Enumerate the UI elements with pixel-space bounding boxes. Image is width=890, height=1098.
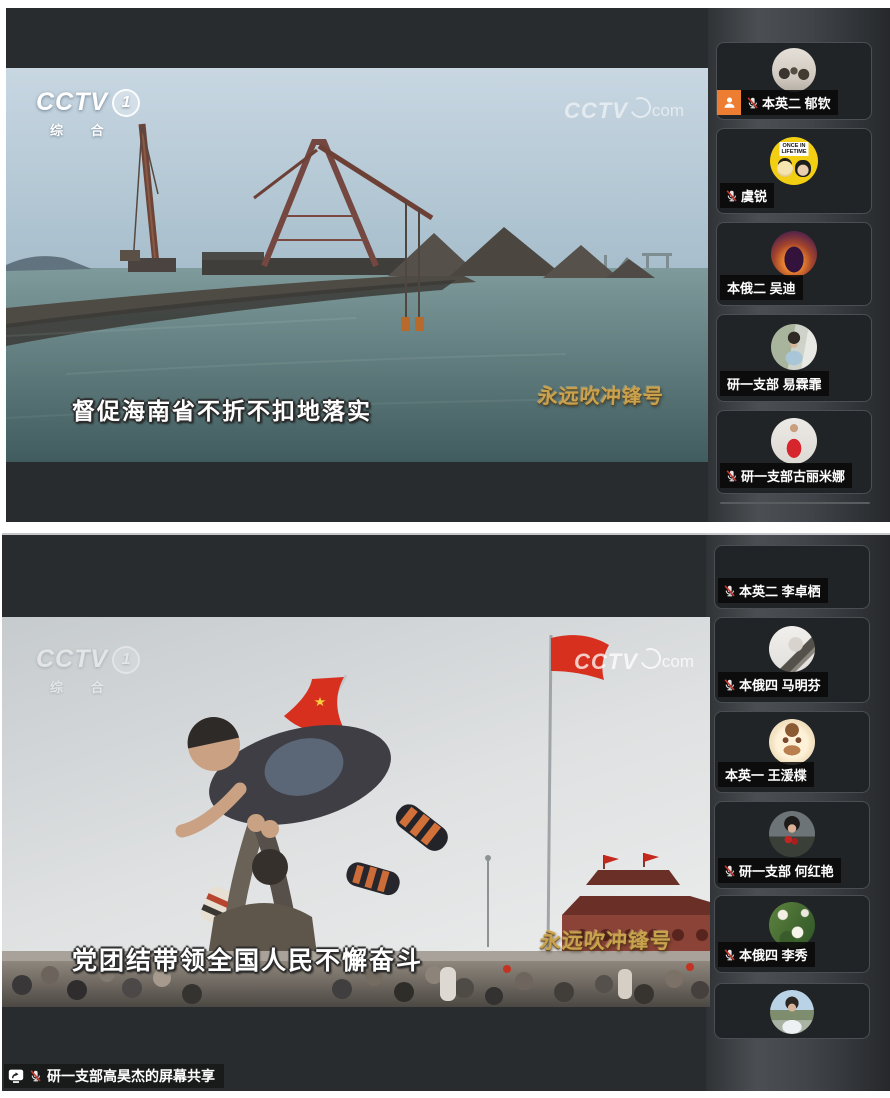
avatar bbox=[769, 626, 815, 672]
screen-share-status-bar[interactable]: 研一支部高昊杰的屏幕共享 bbox=[4, 1064, 224, 1088]
screen-share-label: 研一支部高昊杰的屏幕共享 bbox=[47, 1066, 215, 1086]
participant-name: 本俄四 马明芬 bbox=[739, 675, 821, 694]
participant-tile[interactable]: 研一支部古丽米娜 bbox=[716, 410, 872, 494]
participant-tile[interactable]: 本俄四 李秀 bbox=[714, 895, 870, 973]
screen-share-icon bbox=[8, 1068, 24, 1084]
broadcast-subtitle: 督促海南省不折不扣地落实 bbox=[72, 392, 372, 426]
channel-name-text: 综 合 bbox=[36, 120, 140, 139]
participant-tile[interactable]: 研一支部 何红艳 bbox=[714, 801, 870, 889]
mic-muted-icon bbox=[723, 584, 736, 598]
watermark-swoosh-icon bbox=[627, 94, 654, 121]
participant-name: 本英一 王湲楪 bbox=[725, 765, 807, 784]
participant-name: 虞锐 bbox=[741, 186, 767, 205]
mic-muted-icon bbox=[723, 864, 736, 878]
avatar-caption-line2: LIFETIME bbox=[781, 149, 806, 155]
cctv1-channel-logo: CCTV 1 综 合 bbox=[36, 88, 140, 139]
channel-name-text: 综 合 bbox=[36, 677, 140, 696]
channel-number-badge: 1 bbox=[112, 646, 140, 674]
avatar bbox=[769, 811, 815, 857]
cctv-logo-text: CCTV bbox=[36, 645, 108, 674]
shared-screen-video-top: CCTV 1 综 合 CCTV com 督促海南省不折不扣地落实 永远吹冲锋号 bbox=[6, 68, 708, 462]
participant-tile[interactable]: 本英二 李卓栖 bbox=[714, 545, 870, 609]
participant-tile[interactable]: 本俄二 吴迪 bbox=[716, 222, 872, 306]
participant-name: 本英二 郁钦 bbox=[762, 93, 831, 112]
channel-number-badge: 1 bbox=[112, 89, 140, 117]
participant-tile[interactable] bbox=[714, 983, 870, 1039]
participant-tile[interactable]: 本英一 王湲楪 bbox=[714, 711, 870, 793]
broadcast-subtitle: 党团结带领全国人民不懈奋斗 bbox=[72, 941, 423, 977]
screenshot-canvas: CCTV 1 综 合 CCTV com 督促海南省不折不扣地落实 永远吹冲锋号 bbox=[0, 0, 890, 1098]
meeting-window-bottom: CCTV 1 综 合 CCTV com 党团结带领全国人民不懈奋斗 永远吹冲锋号… bbox=[2, 533, 890, 1091]
mic-muted-icon bbox=[723, 948, 736, 962]
avatar: ONCE IN LIFETIME bbox=[770, 137, 818, 185]
cctv-com-watermark: CCTV com bbox=[574, 649, 694, 675]
avatar bbox=[770, 990, 814, 1034]
cctv-com-watermark: CCTV com bbox=[564, 98, 684, 124]
watermark-brand-text: CCTV bbox=[564, 98, 628, 124]
cctv-logo-text: CCTV bbox=[36, 88, 108, 117]
program-title-calligraphy: 永远吹冲锋号 bbox=[537, 380, 665, 409]
avatar bbox=[771, 231, 817, 277]
watermark-suffix-text: com bbox=[652, 101, 684, 121]
participant-name: 本俄四 李秀 bbox=[739, 945, 808, 964]
avatar bbox=[771, 418, 817, 464]
mic-muted-icon bbox=[725, 189, 738, 203]
participant-tile[interactable]: 本英二 郁钦 bbox=[716, 42, 872, 120]
mic-muted-icon bbox=[725, 469, 738, 483]
participant-name: 本英二 李卓栖 bbox=[739, 581, 821, 600]
watermark-suffix-text: com bbox=[662, 652, 694, 672]
participant-name: 研一支部 易霖霏 bbox=[727, 374, 822, 393]
mic-muted-icon bbox=[723, 678, 736, 692]
sidebar-divider bbox=[720, 502, 870, 504]
mic-muted-icon bbox=[29, 1069, 42, 1083]
watermark-brand-text: CCTV bbox=[574, 649, 638, 675]
participant-name: 研一支部 何红艳 bbox=[739, 861, 834, 880]
participant-tile[interactable]: 研一支部 易霖霏 bbox=[716, 314, 872, 402]
avatar bbox=[769, 719, 815, 765]
shared-screen-video-bottom: CCTV 1 综 合 CCTV com 党团结带领全国人民不懈奋斗 永远吹冲锋号 bbox=[2, 617, 710, 1007]
program-title-calligraphy: 永远吹冲锋号 bbox=[539, 925, 673, 955]
participant-tile[interactable]: ONCE IN LIFETIME 虞锐 bbox=[716, 128, 872, 214]
cctv1-channel-logo: CCTV 1 综 合 bbox=[36, 645, 140, 696]
self-indicator-icon bbox=[717, 90, 741, 115]
participant-name: 本俄二 吴迪 bbox=[727, 278, 796, 297]
watermark-swoosh-icon bbox=[637, 645, 664, 672]
mic-muted-icon bbox=[746, 96, 759, 110]
avatar bbox=[771, 324, 817, 370]
avatar bbox=[772, 48, 816, 92]
meeting-window-top: CCTV 1 综 合 CCTV com 督促海南省不折不扣地落实 永远吹冲锋号 bbox=[6, 8, 890, 522]
participant-name: 研一支部古丽米娜 bbox=[741, 466, 845, 485]
participant-tile[interactable]: 本俄四 马明芬 bbox=[714, 617, 870, 703]
